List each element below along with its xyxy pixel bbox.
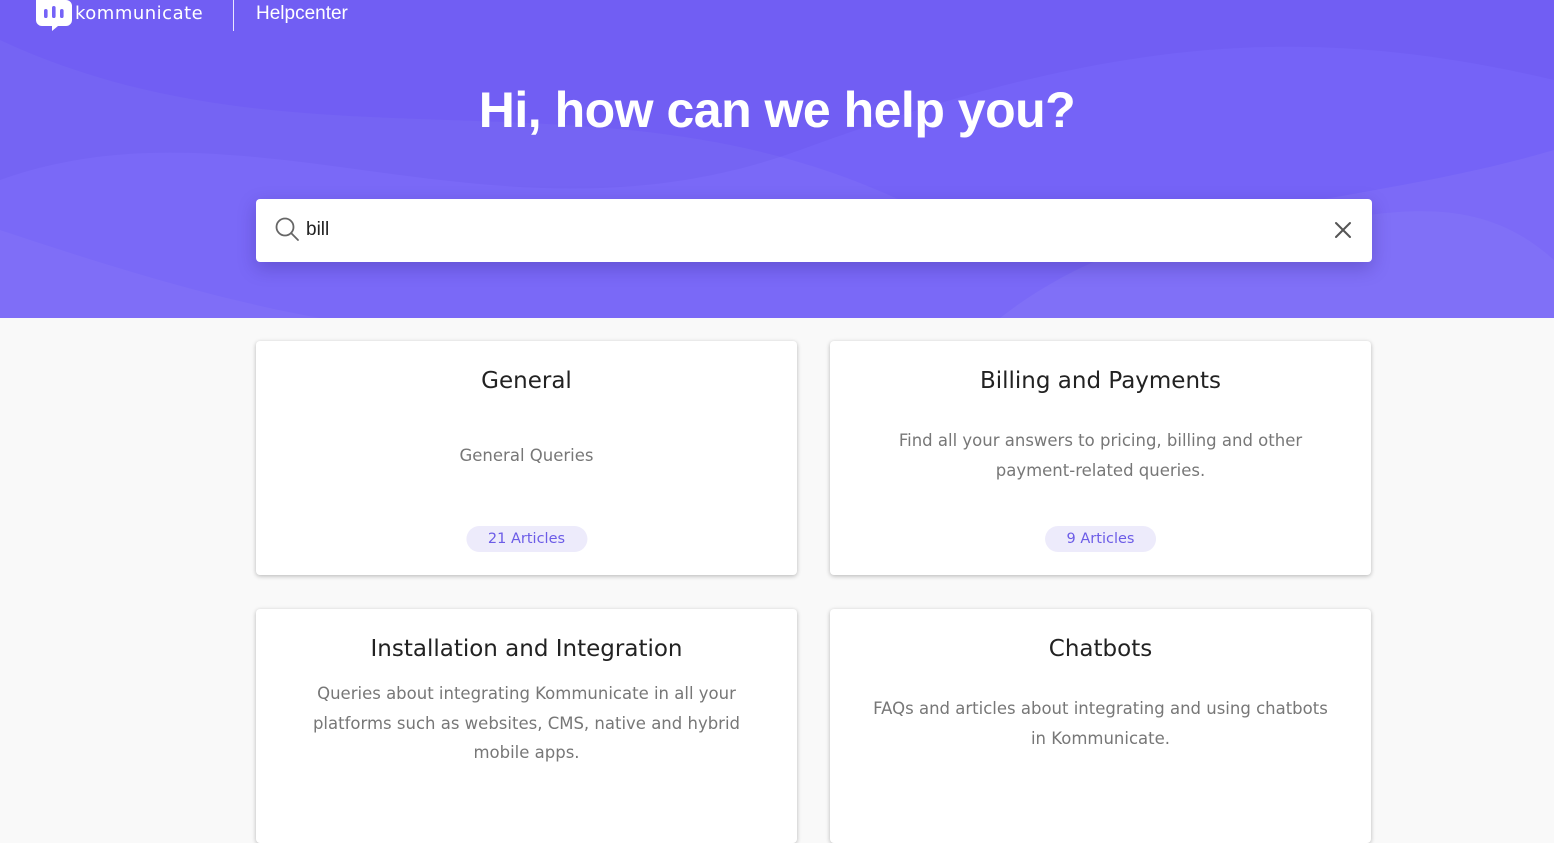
category-title: Chatbots bbox=[1048, 636, 1153, 662]
category-card-billing[interactable]: Billing and Payments Find all your answe… bbox=[830, 341, 1371, 575]
category-card-installation[interactable]: Installation and Integration Queries abo… bbox=[256, 609, 797, 843]
search-input[interactable] bbox=[306, 212, 1306, 248]
category-title: Installation and Integration bbox=[370, 636, 683, 662]
article-count-badge: 9 Articles bbox=[1044, 526, 1157, 552]
search-icon bbox=[275, 217, 299, 241]
helpcenter-link[interactable]: Helpcenter bbox=[256, 3, 348, 25]
category-description: Find all your answers to pricing, billin… bbox=[898, 431, 1303, 480]
brand-logo-link[interactable]: kommunicate bbox=[36, 0, 203, 32]
category-card-chatbots[interactable]: Chatbots FAQs and articles about integra… bbox=[830, 609, 1371, 843]
page-title: Hi, how can we help you? bbox=[478, 82, 1076, 138]
category-description: General Queries bbox=[459, 446, 594, 465]
category-description: FAQs and articles about integrating and … bbox=[873, 699, 1328, 748]
article-count-badge: 21 Articles bbox=[465, 526, 588, 552]
hero-banner: kommunicate Helpcenter Hi, how can we he… bbox=[0, 0, 1554, 318]
brand-name: kommunicate bbox=[75, 2, 204, 24]
close-icon[interactable] bbox=[1328, 215, 1358, 245]
category-title: General bbox=[481, 368, 572, 394]
category-title: Billing and Payments bbox=[979, 368, 1222, 394]
category-card-general[interactable]: General General Queries 21 Articles bbox=[256, 341, 797, 575]
category-description: Queries about integrating Kommunicate in… bbox=[312, 684, 741, 762]
chat-bubble-logo-icon bbox=[36, 0, 72, 31]
hero-background-pattern bbox=[0, 0, 1554, 318]
header-divider bbox=[233, 0, 234, 31]
